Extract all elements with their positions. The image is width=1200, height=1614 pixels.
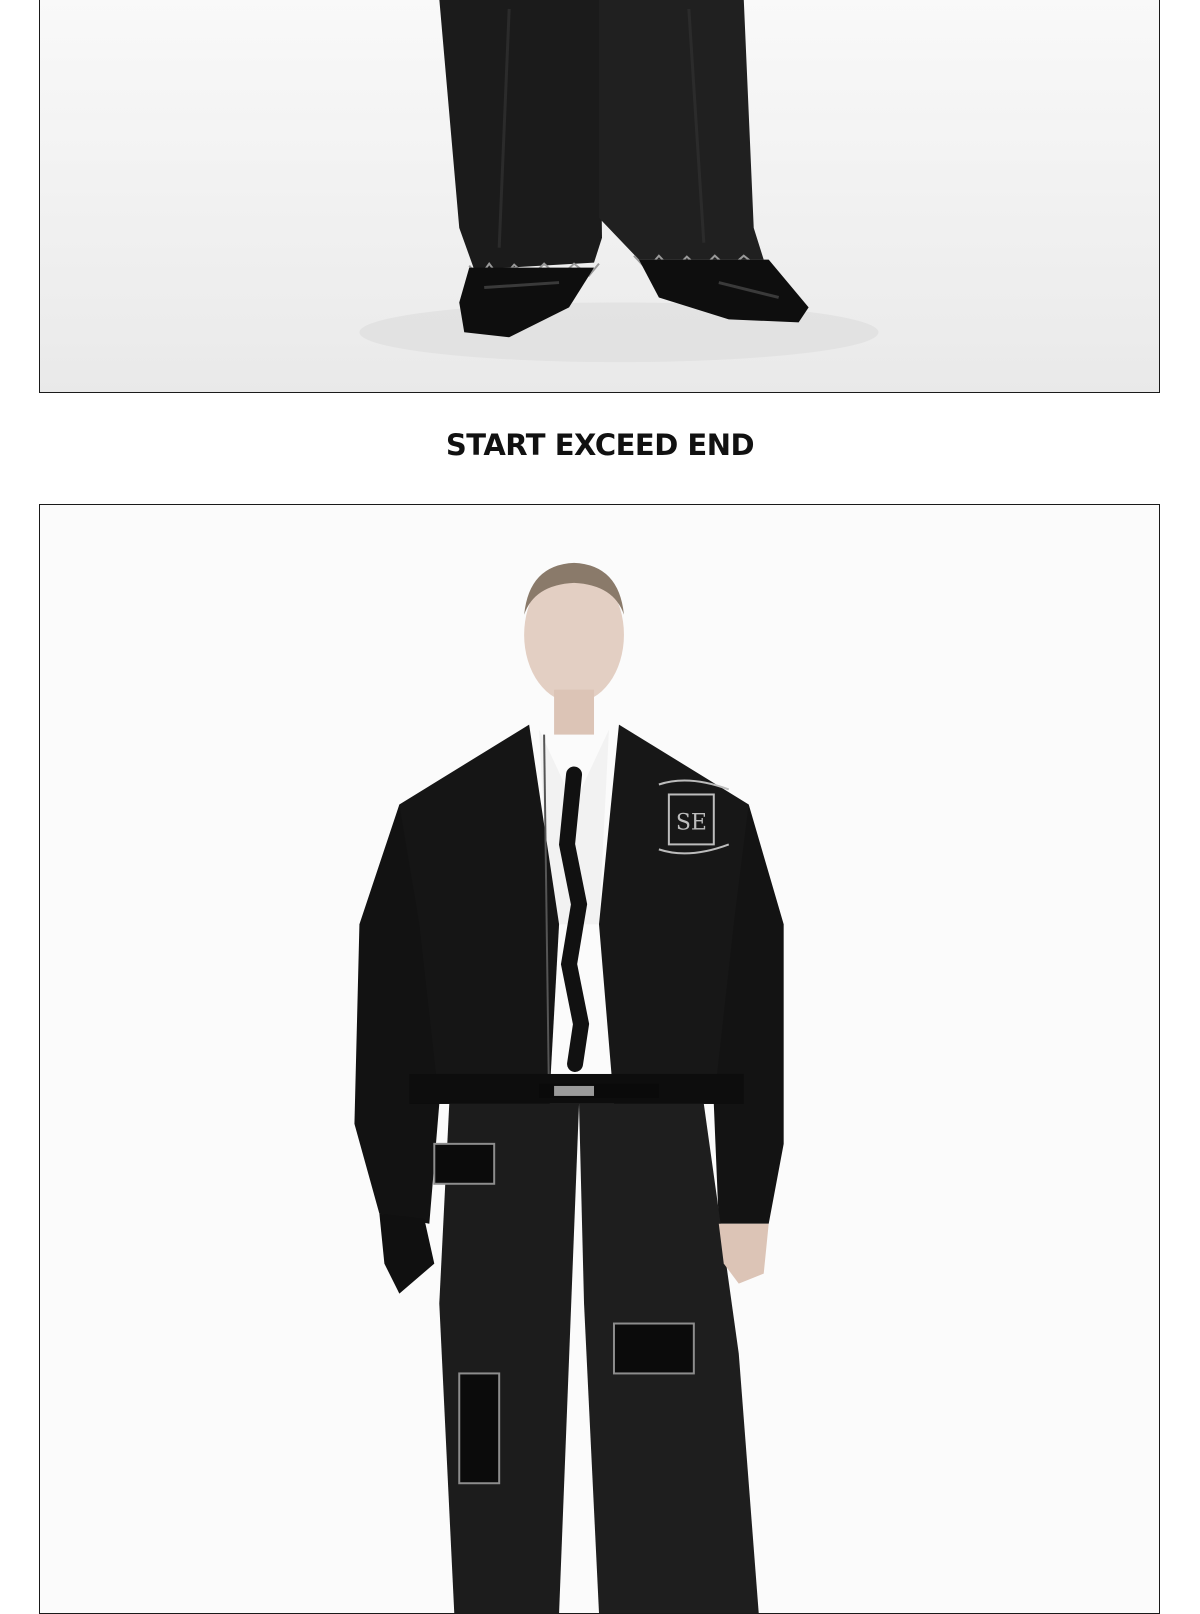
product-photo-model: SE — [39, 504, 1160, 1614]
trousers-shoes-image — [359, 0, 879, 363]
model-jacket-image: SE — [354, 562, 784, 1613]
brand-slogan: START EXCEED END — [445, 428, 755, 462]
svg-text:SE: SE — [676, 810, 707, 835]
product-photo-trousers — [39, 0, 1160, 393]
